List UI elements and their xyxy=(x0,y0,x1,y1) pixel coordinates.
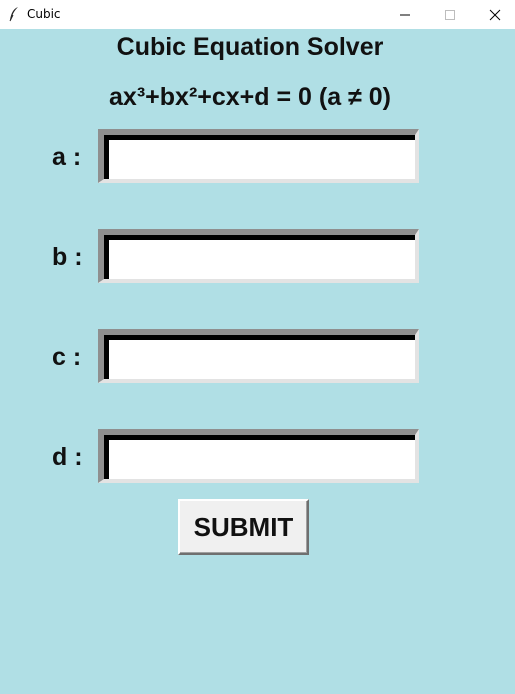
minimize-icon xyxy=(399,14,410,15)
input-a[interactable] xyxy=(98,129,419,183)
maximize-button[interactable] xyxy=(427,0,472,29)
field-label-b: b : xyxy=(52,243,83,271)
field-label-a: a : xyxy=(52,143,82,171)
field-label-d: d : xyxy=(52,443,83,471)
close-icon xyxy=(489,9,500,20)
submit-button[interactable]: SUBMIT xyxy=(178,499,309,555)
input-d-field[interactable] xyxy=(104,435,415,479)
input-c[interactable] xyxy=(98,329,419,383)
input-c-field[interactable] xyxy=(104,335,415,379)
equation-text: ax³+bx²+cx+d = 0 (a ≠ 0) xyxy=(109,83,391,111)
input-b-field[interactable] xyxy=(104,235,415,279)
input-b[interactable] xyxy=(98,229,419,283)
window-title: Cubic xyxy=(27,7,61,21)
title-bar: Cubic xyxy=(0,0,515,29)
close-button[interactable] xyxy=(472,0,515,29)
maximize-icon xyxy=(444,9,455,20)
feather-icon xyxy=(9,7,18,22)
input-d[interactable] xyxy=(98,429,419,483)
app-heading: Cubic Equation Solver xyxy=(116,33,384,61)
field-label-c: c : xyxy=(52,343,82,371)
minimize-button[interactable] xyxy=(382,0,427,29)
input-a-field[interactable] xyxy=(104,135,415,179)
